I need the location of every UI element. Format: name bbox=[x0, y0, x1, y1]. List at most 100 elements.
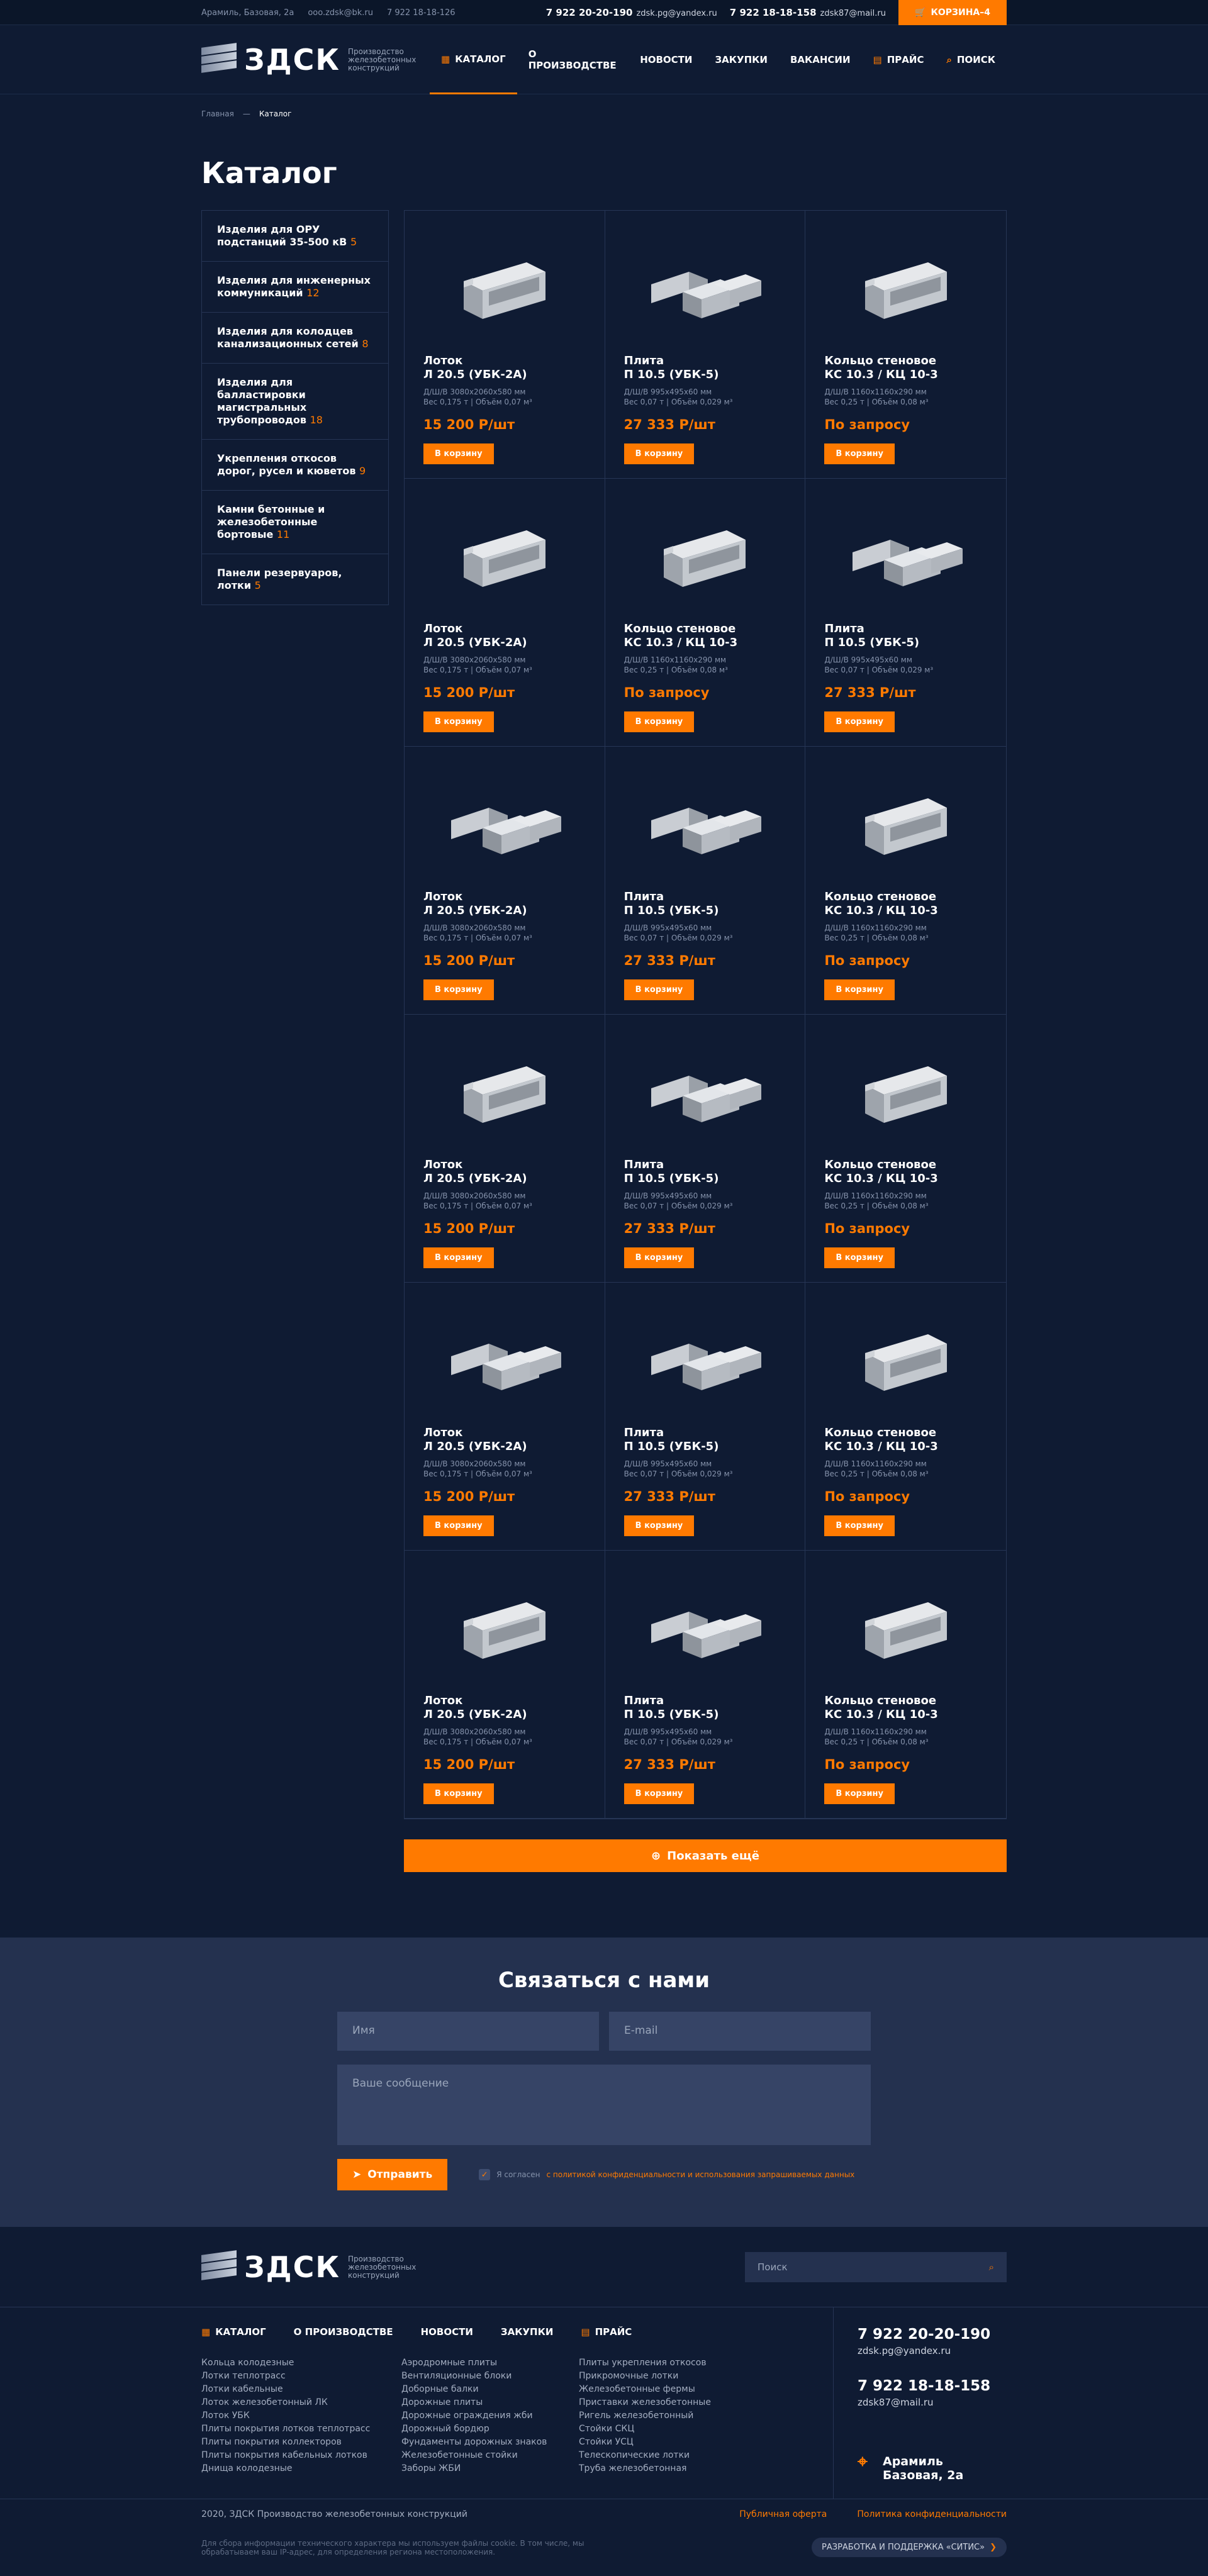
product-title[interactable]: Кольцо стеновое КС 10.3 / КЦ 10-3 bbox=[824, 1694, 987, 1722]
footer-link[interactable]: Фундаменты дорожных знаков bbox=[401, 2436, 579, 2449]
product-card[interactable]: Плита П 10.5 (УБК-5) Д/Ш/В 995х495х60 мм Ве… bbox=[605, 1283, 806, 1551]
product-title[interactable]: Кольцо стеновое КС 10.3 / КЦ 10-3 bbox=[824, 890, 987, 918]
footer-link[interactable]: Ригель железобетонный bbox=[579, 2409, 711, 2423]
product-image[interactable] bbox=[423, 767, 586, 880]
add-to-cart-button[interactable]: В корзину bbox=[624, 1783, 695, 1804]
privacy-policy-link[interactable]: с политикой конфиденциальности и использ… bbox=[546, 2170, 854, 2179]
sidebar-item[interactable]: Изделия для балластировки магистральных … bbox=[202, 364, 388, 440]
add-to-cart-button[interactable]: В корзину bbox=[824, 711, 895, 732]
product-card[interactable]: Плита П 10.5 (УБК-5) Д/Ш/В 995х495х60 мм Ве… bbox=[805, 479, 1006, 747]
product-title[interactable]: Лоток Л 20.5 (УБК-2А) bbox=[423, 890, 586, 918]
footer-link[interactable]: Стойки СКЦ bbox=[579, 2423, 711, 2436]
sidebar-item[interactable]: Изделия для ОРУ подстанций 35-500 кВ 5 bbox=[202, 211, 388, 262]
footer-link[interactable]: Лоток УБК bbox=[201, 2409, 401, 2423]
product-card[interactable]: Плита П 10.5 (УБК-5) Д/Ш/В 995х495х60 мм Ве… bbox=[605, 211, 806, 479]
sidebar-item[interactable]: Изделия для инженерных коммуникаций 12 bbox=[202, 262, 388, 313]
nav-price[interactable]: ▤ Прайс bbox=[862, 25, 936, 94]
sidebar-item[interactable]: Изделия для колодцев канализационных сет… bbox=[202, 313, 388, 364]
footer-logo[interactable]: ЗДСК Производство железобетонных констру… bbox=[201, 2250, 430, 2284]
breadcrumb-home[interactable]: Главная bbox=[201, 109, 234, 118]
product-title[interactable]: Плита П 10.5 (УБК-5) bbox=[624, 890, 786, 918]
product-image[interactable] bbox=[824, 1303, 987, 1416]
add-to-cart-button[interactable]: В корзину bbox=[423, 1515, 494, 1536]
product-card[interactable]: Кольцо стеновое КС 10.3 / КЦ 10-3 Д/Ш/В 11… bbox=[805, 1551, 1006, 1819]
footer-link[interactable]: Дорожный бордюр bbox=[401, 2423, 579, 2436]
footer-link[interactable]: Труба железобетонная bbox=[579, 2462, 711, 2475]
product-image[interactable] bbox=[824, 767, 987, 880]
add-to-cart-button[interactable]: В корзину bbox=[423, 979, 494, 1000]
product-title[interactable]: Плита П 10.5 (УБК-5) bbox=[624, 1158, 786, 1186]
product-image[interactable] bbox=[423, 499, 586, 612]
product-card[interactable]: Лоток Л 20.5 (УБК-2А) Д/Ш/В 3080х2060х580 … bbox=[405, 479, 605, 747]
product-image[interactable] bbox=[423, 1035, 586, 1148]
logo[interactable]: ЗДСК Производство железобетонных констру… bbox=[201, 43, 430, 77]
product-image[interactable] bbox=[423, 1303, 586, 1416]
product-title[interactable]: Плита П 10.5 (УБК-5) bbox=[624, 1426, 786, 1454]
product-image[interactable] bbox=[824, 1571, 987, 1684]
send-button[interactable]: ➤ Отправить bbox=[337, 2159, 448, 2190]
footer-mail-1[interactable]: zdsk.pg@yandex.ru bbox=[858, 2345, 990, 2356]
nav-search[interactable]: ⌕ Поиск bbox=[935, 25, 1007, 94]
product-card[interactable]: Лоток Л 20.5 (УБК-2А) Д/Ш/В 3080х2060х580 … bbox=[405, 211, 605, 479]
email-field[interactable]: E-mail bbox=[609, 2012, 871, 2051]
footer-link[interactable]: Плиты укрепления откосов bbox=[579, 2356, 711, 2370]
footer-nav-price[interactable]: ▤ Прайс bbox=[581, 2326, 632, 2338]
top-mail-1[interactable]: zdsk.pg@yandex.ru bbox=[636, 9, 717, 18]
add-to-cart-button[interactable]: В корзину bbox=[423, 1783, 494, 1804]
product-title[interactable]: Лоток Л 20.5 (УБК-2А) bbox=[423, 1426, 586, 1454]
nav-purchases[interactable]: Закупки bbox=[703, 25, 778, 94]
name-field[interactable]: Имя bbox=[337, 2012, 599, 2051]
footer-nav-purchases[interactable]: Закупки bbox=[501, 2326, 553, 2338]
show-more-button[interactable]: ⊕ Показать ещё bbox=[404, 1839, 1007, 1872]
nav-catalog[interactable]: ▦ Каталог bbox=[430, 25, 517, 94]
privacy-link[interactable]: Политика конфиденциальности bbox=[857, 2509, 1007, 2519]
footer-link[interactable]: Лотки теплотрасс bbox=[201, 2370, 401, 2383]
footer-link[interactable]: Железобетонные фермы bbox=[579, 2383, 711, 2396]
product-card[interactable]: Лоток Л 20.5 (УБК-2А) Д/Ш/В 3080х2060х580 … bbox=[405, 1551, 605, 1819]
product-title[interactable]: Лоток Л 20.5 (УБК-2А) bbox=[423, 1158, 586, 1186]
footer-link[interactable]: Аэродромные плиты bbox=[401, 2356, 579, 2370]
add-to-cart-button[interactable]: В корзину bbox=[624, 979, 695, 1000]
product-image[interactable] bbox=[624, 499, 786, 612]
add-to-cart-button[interactable]: В корзину bbox=[624, 443, 695, 464]
add-to-cart-button[interactable]: В корзину bbox=[624, 1515, 695, 1536]
product-card[interactable]: Кольцо стеновое КС 10.3 / КЦ 10-3 Д/Ш/В 11… bbox=[805, 747, 1006, 1015]
top-phone-small[interactable]: 7 922 18-18-126 bbox=[387, 8, 456, 18]
footer-link[interactable]: Прикромочные лотки bbox=[579, 2370, 711, 2383]
product-title[interactable]: Лоток Л 20.5 (УБК-2А) bbox=[423, 354, 586, 382]
add-to-cart-button[interactable]: В корзину bbox=[423, 1247, 494, 1268]
product-image[interactable] bbox=[624, 1303, 786, 1416]
agree-checkbox-row[interactable]: ✓ Я согласен с политикой конфиденциально… bbox=[479, 2169, 854, 2180]
product-title[interactable]: Лоток Л 20.5 (УБК-2А) bbox=[423, 1694, 586, 1722]
sidebar-item[interactable]: Панели резервуаров, лотки 5 bbox=[202, 554, 388, 605]
footer-link[interactable]: Кольца колодезные bbox=[201, 2356, 401, 2370]
cart-button[interactable]: 🛒 КОРЗИНА–4 bbox=[898, 0, 1007, 25]
add-to-cart-button[interactable]: В корзину bbox=[624, 711, 695, 732]
product-card[interactable]: Кольцо стеновое КС 10.3 / КЦ 10-3 Д/Ш/В 11… bbox=[605, 479, 806, 747]
nav-news[interactable]: Новости bbox=[629, 25, 703, 94]
footer-nav-news[interactable]: Новости bbox=[421, 2326, 473, 2338]
product-title[interactable]: Кольцо стеновое КС 10.3 / КЦ 10-3 bbox=[824, 1426, 987, 1454]
product-image[interactable] bbox=[624, 231, 786, 344]
footer-link[interactable]: Вентиляционные блоки bbox=[401, 2370, 579, 2383]
product-title[interactable]: Плита П 10.5 (УБК-5) bbox=[624, 354, 786, 382]
add-to-cart-button[interactable]: В корзину bbox=[824, 1515, 895, 1536]
top-email[interactable]: ooo.zdsk@bk.ru bbox=[308, 8, 373, 18]
footer-phone-1[interactable]: 7 922 20-20-190 bbox=[858, 2326, 990, 2343]
product-image[interactable] bbox=[624, 767, 786, 880]
top-phone-1[interactable]: 7 922 20-20-190 bbox=[546, 7, 633, 18]
product-image[interactable] bbox=[423, 231, 586, 344]
add-to-cart-button[interactable]: В корзину bbox=[824, 443, 895, 464]
product-card[interactable]: Кольцо стеновое КС 10.3 / КЦ 10-3 Д/Ш/В 11… bbox=[805, 1283, 1006, 1551]
product-image[interactable] bbox=[824, 1035, 987, 1148]
footer-link[interactable]: Дорожные плиты bbox=[401, 2396, 579, 2409]
product-card[interactable]: Кольцо стеновое КС 10.3 / КЦ 10-3 Д/Ш/В 11… bbox=[805, 1015, 1006, 1283]
search-icon[interactable]: ⌕ bbox=[989, 2261, 994, 2273]
product-image[interactable] bbox=[423, 1571, 586, 1684]
product-card[interactable]: Кольцо стеновое КС 10.3 / КЦ 10-3 Д/Ш/В 11… bbox=[805, 211, 1006, 479]
footer-link[interactable]: Плиты покрытия лотков теплотрасс bbox=[201, 2423, 401, 2436]
footer-nav-catalog[interactable]: ▦ Каталог bbox=[201, 2326, 266, 2338]
product-image[interactable] bbox=[824, 231, 987, 344]
footer-link[interactable]: Лотки кабельные bbox=[201, 2383, 401, 2396]
product-image[interactable] bbox=[824, 499, 987, 612]
